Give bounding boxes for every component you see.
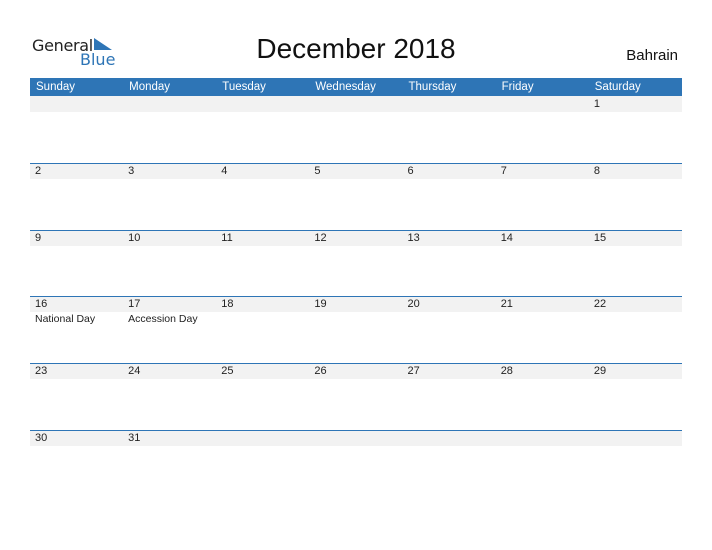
day-number: 23 bbox=[35, 365, 48, 377]
day-cell bbox=[589, 430, 682, 497]
day-cell bbox=[496, 430, 589, 497]
day-cell: 25 bbox=[216, 363, 309, 430]
day-number: 19 bbox=[314, 298, 327, 310]
day-number: 25 bbox=[221, 365, 234, 377]
day-cell: 28 bbox=[496, 363, 589, 430]
weekday-wednesday: Wednesday bbox=[315, 81, 376, 93]
day-number: 20 bbox=[407, 298, 420, 310]
day-cell: 29 bbox=[589, 363, 682, 430]
day-cell: 26 bbox=[309, 363, 402, 430]
day-cell bbox=[309, 430, 402, 497]
week-row: 16 National Day 17 Accession Day 18 19 20 21 22 bbox=[30, 296, 682, 363]
day-cell: 16 National Day bbox=[30, 296, 123, 363]
day-cell: 5 bbox=[309, 163, 402, 230]
day-number: 7 bbox=[500, 165, 507, 177]
day-cell: 20 bbox=[403, 296, 496, 363]
day-number: 5 bbox=[314, 165, 321, 177]
day-cell bbox=[496, 96, 589, 163]
calendar-title: December 2018 bbox=[256, 33, 456, 64]
weekday-friday: Friday bbox=[501, 81, 534, 93]
day-number: 18 bbox=[221, 298, 234, 310]
day-number: 21 bbox=[500, 298, 513, 310]
weekday-tuesday: Tuesday bbox=[222, 81, 266, 93]
day-cell: 19 bbox=[309, 296, 402, 363]
day-number: 27 bbox=[407, 365, 420, 377]
holiday-label: Accession Day bbox=[128, 313, 198, 325]
day-cell: 21 bbox=[496, 296, 589, 363]
day-number: 29 bbox=[593, 365, 607, 377]
week-row: 2 3 4 5 6 7 8 bbox=[30, 163, 682, 230]
week-row: 30 31 bbox=[30, 430, 682, 497]
day-number: 2 bbox=[35, 165, 42, 177]
day-cell bbox=[30, 96, 123, 163]
day-cell: 8 bbox=[589, 163, 682, 230]
day-number: 17 bbox=[128, 298, 141, 310]
day-cell bbox=[403, 430, 496, 497]
weekday-thursday: Thursday bbox=[408, 81, 457, 93]
day-cell: 22 bbox=[589, 296, 682, 363]
day-cell: 31 bbox=[123, 430, 216, 497]
day-cell: 27 bbox=[403, 363, 496, 430]
day-cell: 30 bbox=[30, 430, 123, 497]
day-number: 22 bbox=[593, 298, 607, 310]
day-number: 8 bbox=[593, 165, 600, 177]
day-number: 30 bbox=[35, 432, 48, 444]
holiday-label: National Day bbox=[35, 313, 96, 325]
day-number: 24 bbox=[128, 365, 141, 377]
day-number: 4 bbox=[221, 165, 228, 177]
day-number: 13 bbox=[407, 232, 420, 244]
day-cell: 9 bbox=[30, 230, 123, 297]
day-number: 9 bbox=[35, 232, 42, 244]
day-number: 12 bbox=[314, 232, 327, 244]
day-cell: 3 bbox=[123, 163, 216, 230]
day-cell: 6 bbox=[403, 163, 496, 230]
day-cell: 11 bbox=[216, 230, 309, 297]
day-cell: 7 bbox=[496, 163, 589, 230]
day-cell bbox=[216, 430, 309, 497]
day-cell bbox=[123, 96, 216, 163]
day-cell bbox=[309, 96, 402, 163]
day-cell bbox=[216, 96, 309, 163]
day-cell: 17 Accession Day bbox=[123, 296, 216, 363]
day-cell: 1 bbox=[589, 96, 682, 163]
weekday-header: Sunday Monday Tuesday Wednesday Thursday Frid… bbox=[30, 78, 682, 96]
day-cell: 13 bbox=[403, 230, 496, 297]
day-number: 26 bbox=[314, 365, 327, 377]
weekday-monday: Monday bbox=[129, 81, 171, 93]
day-cell: 23 bbox=[30, 363, 123, 430]
day-number: 28 bbox=[500, 365, 513, 377]
day-number: 10 bbox=[128, 232, 141, 244]
day-number: 1 bbox=[593, 98, 600, 110]
day-number: 31 bbox=[128, 432, 141, 444]
day-cell: 14 bbox=[496, 230, 589, 297]
weekday-saturday: Saturday bbox=[594, 81, 641, 93]
week-row: 23 24 25 26 27 28 29 bbox=[30, 363, 682, 430]
day-cell: 24 bbox=[123, 363, 216, 430]
week-row: 9 10 11 12 13 14 15 bbox=[30, 230, 682, 297]
day-number: 15 bbox=[593, 232, 607, 244]
day-number: 16 bbox=[35, 298, 48, 310]
day-number: 6 bbox=[407, 165, 414, 177]
day-cell: 2 bbox=[30, 163, 123, 230]
week-row: 1 bbox=[30, 96, 682, 163]
country-label: Bahrain bbox=[626, 47, 678, 64]
day-cell: 4 bbox=[216, 163, 309, 230]
day-number: 3 bbox=[128, 165, 135, 177]
day-cell bbox=[403, 96, 496, 163]
day-cell: 15 bbox=[589, 230, 682, 297]
day-cell: 18 bbox=[216, 296, 309, 363]
day-cell: 10 bbox=[123, 230, 216, 297]
day-number: 14 bbox=[500, 232, 513, 244]
day-cell: 12 bbox=[309, 230, 402, 297]
weekday-sunday: Sunday bbox=[36, 81, 76, 93]
day-number: 11 bbox=[221, 232, 233, 244]
